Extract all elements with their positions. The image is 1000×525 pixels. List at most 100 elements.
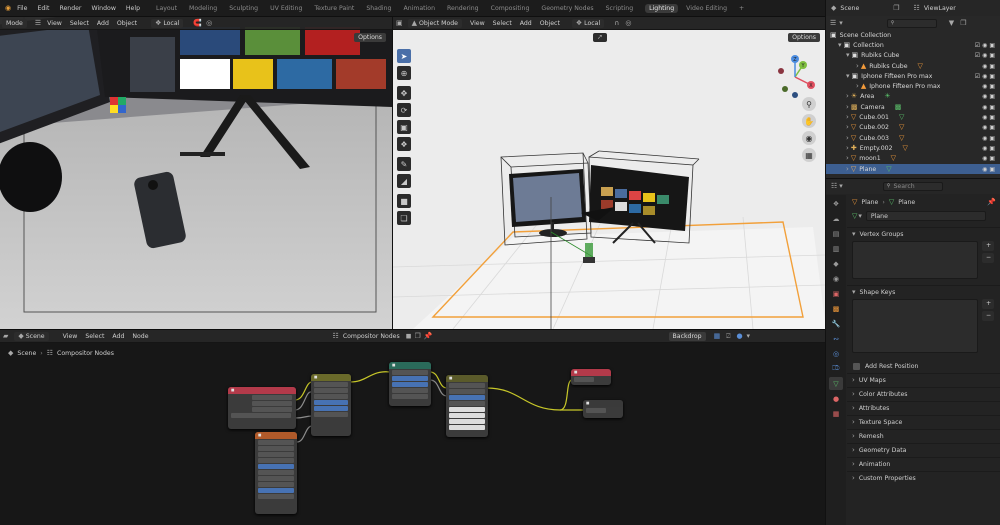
- disclosure-icon[interactable]: ›: [846, 155, 849, 162]
- tab-geometry-nodes[interactable]: Geometry Nodes: [541, 5, 593, 12]
- add-workspace-button[interactable]: +: [739, 5, 744, 12]
- cursor-tool-icon[interactable]: ⊕: [397, 66, 411, 80]
- snap-icon[interactable]: 🧲: [193, 19, 202, 27]
- object-mode-dropdown[interactable]: ▲ Object Mode: [407, 18, 462, 28]
- visibility-icons[interactable]: ◉▣: [982, 83, 997, 90]
- add-rest-position-checkbox[interactable]: [853, 362, 860, 370]
- outliner-item-iphone-object[interactable]: › ▲ Iphone Fifteen Pro max ◉▣: [826, 81, 1000, 91]
- output-tab-icon[interactable]: ▤: [829, 227, 843, 240]
- rotate-tool-icon[interactable]: ⟳: [397, 103, 411, 117]
- menu-edit[interactable]: Edit: [37, 5, 49, 12]
- outliner-item-collection[interactable]: ▾ ▣ Collection ☑◉▣: [826, 40, 1000, 50]
- disclosure-icon[interactable]: ›: [846, 165, 849, 173]
- zoom-icon[interactable]: ⚲: [802, 97, 816, 111]
- outliner-item-area[interactable]: › ☀ Area ☀ ◉▣: [826, 92, 1000, 102]
- outliner-item-camera[interactable]: › ▩ Camera ▩ ◉▣: [826, 102, 1000, 112]
- outliner-item-moon1[interactable]: › ▽ moon1 ▽ ◉▣: [826, 154, 1000, 164]
- camera-view-panel[interactable]: Mode ☰ View Select Add Object ❖ Local 🧲 …: [0, 17, 392, 329]
- add-cube-tool-icon[interactable]: ■: [397, 194, 411, 208]
- proportional-icon[interactable]: ◎: [625, 19, 631, 27]
- shape-keys-section[interactable]: ▾ Shape Keys: [847, 285, 1000, 299]
- browse-mesh-icon[interactable]: ▾: [858, 212, 862, 220]
- navigation-gizmo[interactable]: X Y Z: [771, 53, 819, 101]
- select-box-tool-icon[interactable]: ➤: [397, 49, 411, 63]
- pin-icon[interactable]: 📌: [987, 198, 996, 206]
- disclosure-icon[interactable]: ›: [856, 83, 859, 90]
- add-vertex-group-button[interactable]: +: [982, 241, 994, 251]
- filter-icon[interactable]: ▼: [949, 19, 954, 27]
- scene-tab-icon[interactable]: ◆: [829, 257, 843, 270]
- particles-tab-icon[interactable]: ∾: [829, 332, 843, 345]
- color-correction-node[interactable]: ■: [389, 362, 431, 406]
- tab-uv-editing[interactable]: UV Editing: [270, 5, 302, 12]
- camera-menu-add[interactable]: Add: [97, 20, 109, 27]
- viewport-overlay-toggle[interactable]: ➚: [593, 33, 607, 42]
- visibility-icons[interactable]: ◉▣: [982, 63, 997, 70]
- outliner-dropdown-icon[interactable]: ▾: [839, 19, 843, 27]
- outliner-item-plane[interactable]: › ▽ Plane ▽ ◉▣: [826, 163, 1000, 175]
- shape-keys-list[interactable]: [852, 299, 978, 353]
- scale-node[interactable]: ■: [255, 432, 297, 514]
- render-tab-icon[interactable]: ☁: [829, 212, 843, 225]
- physics-tab-icon[interactable]: ◎: [829, 347, 843, 360]
- disclosure-icon[interactable]: ›: [856, 62, 859, 70]
- outliner-item-scene-collection[interactable]: ▣ Scene Collection: [826, 30, 1000, 40]
- viewport-menu-add[interactable]: Add: [520, 20, 532, 27]
- visibility-icons[interactable]: ◉▣: [982, 135, 997, 142]
- properties-dropdown-icon[interactable]: ▾: [839, 183, 843, 190]
- visibility-icons[interactable]: ◉▣: [982, 124, 997, 131]
- menu-help[interactable]: Help: [126, 5, 140, 12]
- viewport-options-button[interactable]: Options: [788, 33, 820, 42]
- outliner-search-input[interactable]: ⚲: [886, 18, 937, 28]
- composite-node[interactable]: ■: [571, 369, 611, 385]
- visibility-icons[interactable]: ☑◉▣: [975, 42, 997, 49]
- editor-type-icon[interactable]: ▣: [396, 19, 403, 27]
- transform-tool-icon[interactable]: ❖: [397, 137, 411, 151]
- camera-pivot-dropdown[interactable]: ❖ Local: [151, 18, 184, 28]
- view-layer-tab-icon[interactable]: ▥: [829, 242, 843, 255]
- world-tab-icon[interactable]: ◉: [829, 272, 843, 285]
- collection-tab-icon[interactable]: ▣: [829, 287, 843, 300]
- tab-layout[interactable]: Layout: [156, 5, 177, 12]
- viewport-menu-view[interactable]: View: [470, 20, 485, 27]
- blender-logo-icon[interactable]: ◉: [5, 4, 11, 12]
- animation-section[interactable]: › Animation: [847, 457, 1000, 471]
- tab-shading[interactable]: Shading: [366, 5, 391, 12]
- visibility-icons[interactable]: ◉▣: [982, 104, 997, 111]
- outliner-item-rubiks-cube-object[interactable]: › ▲ Rubiks Cube ▽ ◉▣: [826, 61, 1000, 71]
- annotate-tool-icon[interactable]: ✎: [397, 157, 411, 171]
- viewlayer-label[interactable]: ViewLayer: [924, 5, 956, 12]
- add-shape-key-button[interactable]: +: [982, 299, 994, 309]
- disclosure-icon[interactable]: ▾: [846, 72, 850, 80]
- color-balance-node[interactable]: ■: [446, 375, 488, 437]
- render-layers-node[interactable]: ■: [228, 387, 296, 429]
- properties-editor-icon[interactable]: ☷: [831, 183, 837, 190]
- camera-options-button[interactable]: Options: [354, 33, 386, 42]
- camera-menu-select[interactable]: Select: [70, 20, 89, 27]
- disclosure-icon[interactable]: ▾: [846, 52, 850, 59]
- tab-scripting[interactable]: Scripting: [606, 5, 634, 12]
- viewport-menu-object[interactable]: Object: [540, 20, 560, 27]
- mesh-name-field[interactable]: Plane: [865, 211, 986, 221]
- visibility-icons[interactable]: ◉▣: [982, 145, 997, 152]
- disclosure-icon[interactable]: ›: [846, 93, 849, 100]
- viewport-orientation-dropdown[interactable]: ❖ Local: [571, 18, 605, 28]
- visibility-icons[interactable]: ◉▣: [982, 166, 997, 173]
- outliner-item-rubiks-cube-collection[interactable]: ▾ ▣ Rubiks Cube ☑◉▣: [826, 51, 1000, 61]
- visibility-icons[interactable]: ☑◉▣: [975, 52, 997, 59]
- move-tool-icon[interactable]: ✥: [397, 86, 411, 100]
- vertex-groups-section[interactable]: ▾ Vertex Groups: [847, 227, 1000, 241]
- color-attributes-section[interactable]: › Color Attributes: [847, 387, 1000, 401]
- texture-tab-icon[interactable]: ▦: [829, 407, 843, 420]
- constraints-tab-icon[interactable]: ⎄: [829, 362, 843, 375]
- tab-rendering[interactable]: Rendering: [447, 5, 479, 12]
- 3d-viewport[interactable]: ▣ ▲ Object Mode View Select Add Object ❖…: [392, 17, 825, 329]
- tab-compositing[interactable]: Compositing: [491, 5, 530, 12]
- outliner-display-icon[interactable]: ☰: [830, 19, 836, 27]
- disclosure-icon[interactable]: ›: [846, 144, 849, 152]
- disclosure-icon[interactable]: ›: [846, 124, 849, 131]
- scene-selector-label[interactable]: Scene: [840, 5, 859, 12]
- blur-node[interactable]: ■: [311, 374, 351, 436]
- scene-selector-icon[interactable]: ◆: [831, 4, 836, 12]
- camera-menu-view[interactable]: View: [47, 20, 62, 27]
